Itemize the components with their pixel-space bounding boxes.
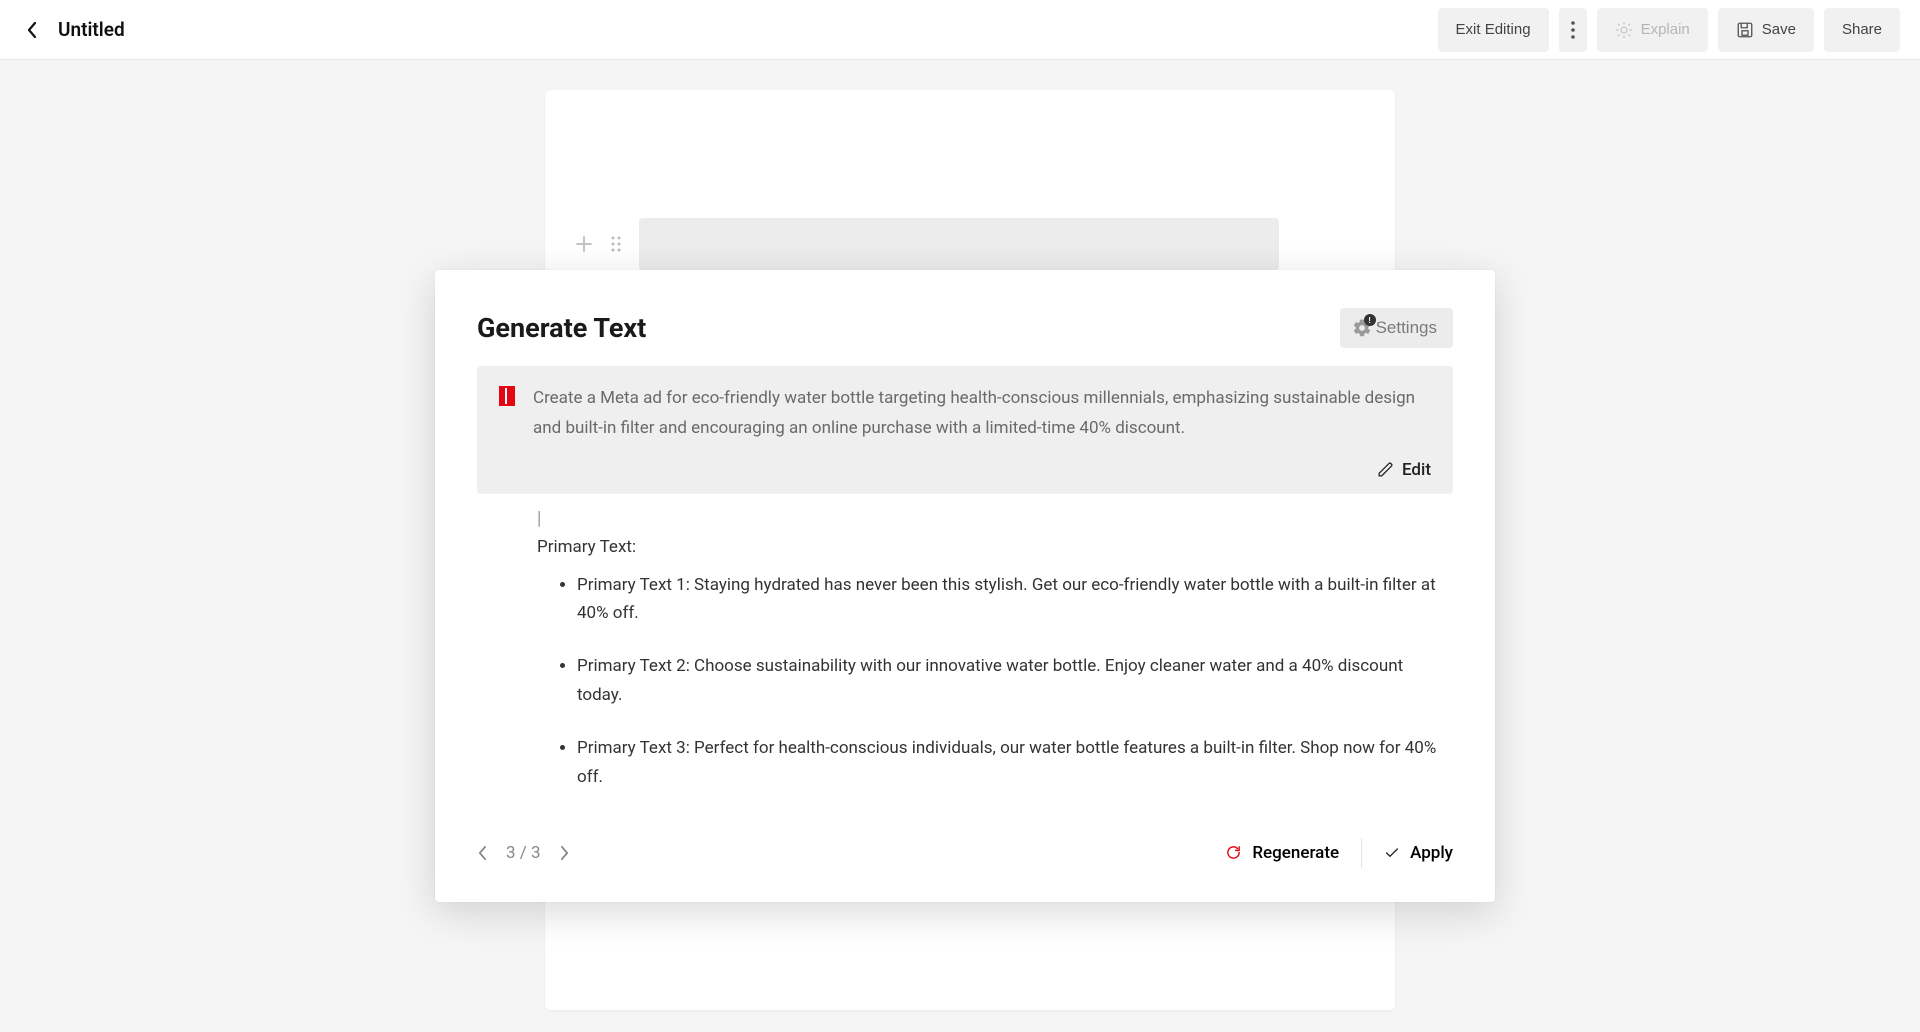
apply-label: Apply xyxy=(1410,843,1453,863)
chevron-right-icon xyxy=(559,845,570,861)
block-insert-row xyxy=(575,218,1279,270)
pager-display: 3 / 3 xyxy=(506,843,541,863)
apply-button[interactable]: Apply xyxy=(1384,843,1453,863)
text-caret: | xyxy=(537,508,1437,529)
edit-prompt-button[interactable]: Edit xyxy=(1377,460,1431,480)
share-label: Share xyxy=(1842,21,1882,38)
settings-button[interactable]: ! Settings xyxy=(1340,308,1453,348)
explain-button[interactable]: Explain xyxy=(1597,8,1708,52)
pager: 3 / 3 xyxy=(477,843,570,863)
output-heading: Primary Text: xyxy=(537,537,1437,557)
output-item: Primary Text 3: Perfect for health-consc… xyxy=(577,734,1437,792)
output-list: Primary Text 1: Staying hydrated has nev… xyxy=(537,571,1437,792)
save-label: Save xyxy=(1762,21,1796,38)
output-area[interactable]: | Primary Text: Primary Text 1: Staying … xyxy=(477,508,1453,808)
prompt-cursor-indicator xyxy=(499,386,515,406)
prompt-text: Create a Meta ad for eco-friendly water … xyxy=(533,384,1431,444)
chevron-left-icon xyxy=(26,21,38,39)
output-item: Primary Text 2: Choose sustainability wi… xyxy=(577,652,1437,710)
canvas: Generate Text ! Settings Create a Meta a… xyxy=(0,60,1920,1032)
header-right: Exit Editing Explain Save Share xyxy=(1438,8,1900,52)
pencil-icon xyxy=(1377,461,1394,478)
explain-label: Explain xyxy=(1641,21,1690,38)
lightbulb-icon xyxy=(1615,21,1633,39)
chevron-left-icon xyxy=(477,845,488,861)
more-options-button[interactable] xyxy=(1559,8,1587,52)
page-title: Untitled xyxy=(58,18,125,41)
regenerate-label: Regenerate xyxy=(1252,843,1339,863)
plus-icon xyxy=(576,236,592,252)
modal-title: Generate Text xyxy=(477,312,646,344)
share-button[interactable]: Share xyxy=(1824,8,1900,52)
add-block-button[interactable] xyxy=(575,235,593,253)
settings-label: Settings xyxy=(1376,318,1437,338)
drag-icon xyxy=(611,236,621,252)
app-header: Untitled Exit Editing Explain Save Share xyxy=(0,0,1920,60)
exit-editing-label: Exit Editing xyxy=(1456,21,1531,38)
drag-handle[interactable] xyxy=(609,235,623,253)
refresh-icon xyxy=(1225,844,1242,861)
pager-next-button[interactable] xyxy=(559,845,570,861)
separator xyxy=(1361,838,1362,868)
settings-alert-badge: ! xyxy=(1364,314,1376,326)
save-button[interactable]: Save xyxy=(1718,8,1814,52)
kebab-icon xyxy=(1571,21,1575,39)
prompt-box: Create a Meta ad for eco-friendly water … xyxy=(477,366,1453,494)
modal-header: Generate Text ! Settings xyxy=(435,308,1495,366)
gear-icon-wrap: ! xyxy=(1352,318,1372,338)
generate-text-modal: Generate Text ! Settings Create a Meta a… xyxy=(435,270,1495,902)
prompt-row: Create a Meta ad for eco-friendly water … xyxy=(499,384,1431,444)
pager-prev-button[interactable] xyxy=(477,845,488,861)
back-button[interactable] xyxy=(20,18,44,42)
footer-actions: Regenerate Apply xyxy=(1225,838,1453,868)
save-icon xyxy=(1736,21,1754,39)
check-icon xyxy=(1384,845,1400,861)
exit-editing-button[interactable]: Exit Editing xyxy=(1438,8,1549,52)
modal-footer: 3 / 3 Regenerate Apply xyxy=(435,808,1495,902)
empty-text-block[interactable] xyxy=(639,218,1279,270)
header-left: Untitled xyxy=(20,18,125,42)
output-item: Primary Text 1: Staying hydrated has nev… xyxy=(577,571,1437,629)
regenerate-button[interactable]: Regenerate xyxy=(1225,843,1339,863)
edit-label: Edit xyxy=(1402,460,1431,480)
